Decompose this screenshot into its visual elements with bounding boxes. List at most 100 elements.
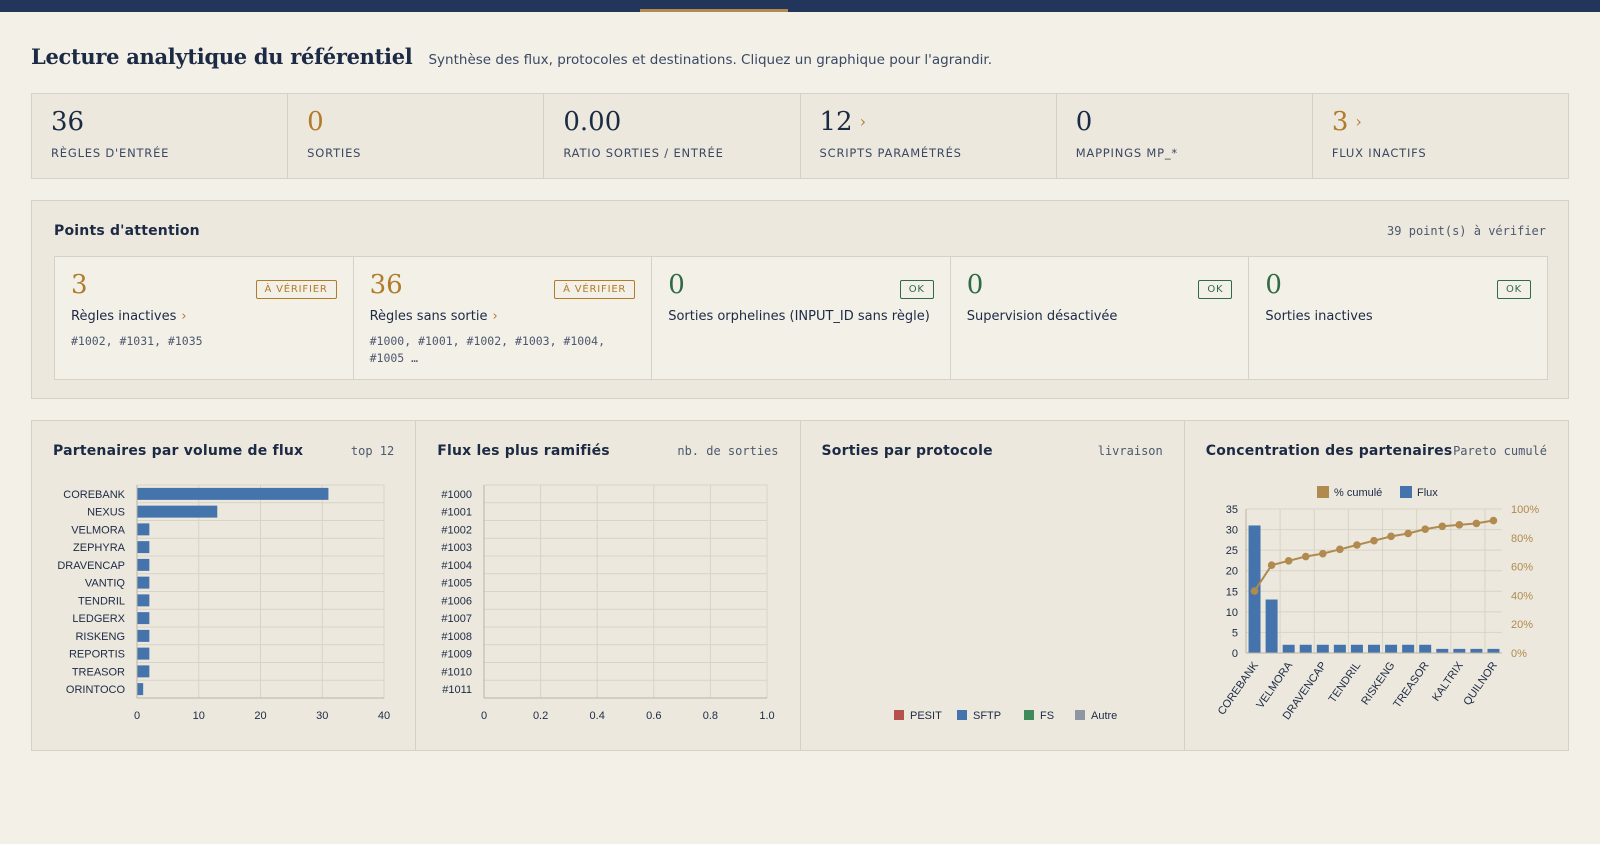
y-tick-label: #1008	[442, 631, 473, 643]
x-tick-label: TENDRIL	[1326, 660, 1363, 705]
y-tick-label: #1004	[442, 560, 473, 572]
legend-swatch	[893, 710, 904, 720]
y-tick-label: COREBANK	[63, 489, 125, 501]
card-label-text: Règles inactives	[71, 308, 177, 324]
bar	[137, 523, 150, 536]
cumulative-point	[1250, 587, 1259, 595]
legend-label: SFTP	[973, 710, 1001, 722]
bar	[1367, 644, 1380, 653]
attention-cards: 3À VÉRIFIER Règles inactives › #1002, #1031…	[54, 256, 1548, 380]
kpi-strip: 36 Règles d'entrée 0 Sorties 0.00 Ratio sorti…	[31, 93, 1569, 179]
chart-partners-volume[interactable]: Partenaires par volume de flux top 12 01…	[32, 421, 417, 750]
charts-row: Partenaires par volume de flux top 12 01…	[31, 420, 1569, 751]
kpi-value: 12 ›	[820, 108, 1056, 137]
status-badge: OK	[1496, 280, 1531, 299]
y-tick-label: LEDGERX	[72, 613, 125, 625]
kpi-3[interactable]: 12 › Scripts paramétrés	[801, 94, 1057, 178]
attention-card-4: 0 OK Sorties inactives	[1249, 257, 1547, 379]
y-left-tick-label: 0	[1232, 648, 1238, 660]
kpi-value: 3 ›	[1332, 108, 1568, 137]
bar	[1316, 644, 1329, 653]
y-right-tick-label: 40%	[1511, 590, 1533, 602]
attention-card-3: 0 OK Supervision désactivée	[951, 257, 1250, 379]
y-tick-label: NEXUS	[87, 507, 125, 519]
kpi-number: 0	[307, 107, 324, 137]
chart-pareto[interactable]: Concentration des partenaires Pareto cum…	[1185, 421, 1568, 750]
legend-swatch	[1316, 486, 1329, 498]
chevron-right-icon: ›	[181, 308, 187, 324]
cumulative-point	[1421, 525, 1429, 533]
legend-label: Flux	[1417, 487, 1438, 499]
card-label-text: Supervision désactivée	[966, 308, 1118, 324]
bar	[1453, 648, 1466, 653]
card-label: Sorties orphelines (INPUT_ID sans règle)	[668, 309, 934, 324]
kpi-4: 0 Mappings MP_*	[1057, 94, 1313, 178]
attention-card-0[interactable]: 3À VÉRIFIER Règles inactives › #1002, #1031…	[55, 257, 354, 379]
bar	[1350, 644, 1363, 653]
bar	[137, 541, 150, 554]
y-tick-label: #1009	[442, 649, 473, 661]
bar	[1299, 644, 1312, 653]
card-label: Supervision désactivée	[967, 309, 1233, 324]
x-tick-label: 40	[378, 710, 390, 722]
bar	[137, 665, 150, 678]
y-tick-label: #1007	[442, 613, 473, 625]
kpi-0: 36 Règles d'entrée	[32, 94, 289, 178]
attention-card-1[interactable]: 36 À VÉRIFIER Règles sans sortie › #1000, #1…	[354, 257, 653, 379]
y-tick-label: #1011	[442, 684, 472, 696]
legend-swatch	[1074, 710, 1085, 720]
x-tick-label: QUILNOR	[1461, 660, 1500, 708]
cumulative-point	[1404, 529, 1412, 538]
card-label: Règles sans sortie ›	[370, 309, 636, 324]
legend-label: % cumulé	[1334, 487, 1382, 499]
y-tick-label: ORINTOCO	[66, 684, 126, 696]
bar	[1418, 644, 1431, 653]
cumulative-point	[1472, 519, 1480, 528]
bar	[137, 629, 150, 642]
chart-branched-flows[interactable]: Flux les plus ramifiés nb. de sorties 00…	[416, 421, 801, 750]
bar	[137, 576, 150, 589]
x-tick-label: COREBANK	[1215, 659, 1261, 717]
status-badge: À VÉRIFIER	[255, 280, 337, 299]
kpi-1: 0 Sorties	[288, 94, 545, 178]
card-label-text: Règles sans sortie	[369, 308, 488, 324]
card-label: Sorties inactives	[1265, 309, 1531, 324]
y-tick-label: TENDRIL	[78, 595, 125, 607]
kpi-number: 0.00	[563, 107, 622, 137]
chart-protocols[interactable]: Sorties par protocole livraison PESIT SFT…	[801, 421, 1185, 750]
chevron-right-icon: ›	[492, 308, 498, 324]
kpi-label: Sorties	[307, 145, 362, 160]
y-tick-label: #1002	[442, 524, 473, 536]
cumulative-point	[1301, 552, 1310, 561]
cumulative-point	[1318, 549, 1327, 558]
x-tick-label: TREASOR	[1391, 660, 1431, 710]
kpi-label: Ratio sorties / entrée	[563, 145, 724, 160]
cumulative-point	[1438, 522, 1446, 531]
x-tick-label: 10	[193, 710, 205, 722]
kpi-number: 3	[1331, 107, 1349, 137]
x-tick-label: 0.4	[590, 710, 605, 722]
card-label: Règles inactives ›	[71, 309, 337, 324]
chevron-right-icon: ›	[1355, 112, 1362, 131]
kpi-number: 0	[1075, 107, 1093, 137]
status-badge: À VÉRIFIER	[554, 280, 636, 299]
bar	[137, 647, 150, 660]
y-left-tick-label: 20	[1226, 566, 1238, 578]
kpi-number: 12	[819, 107, 853, 137]
active-tab-indicator	[640, 9, 788, 12]
legend-swatch	[956, 710, 967, 720]
cumulative-point	[1335, 545, 1344, 554]
y-tick-label: TREASOR	[72, 666, 125, 678]
attention-count: 39 point(s) à vérifier	[1387, 224, 1546, 238]
cumulative-point	[1489, 516, 1498, 525]
bar	[1333, 644, 1346, 653]
bar	[1265, 599, 1278, 653]
y-right-tick-label: 100%	[1511, 504, 1539, 516]
partners-bar-chart: 0 10 20 30 40 COREBANK NEXUS VELMORA ZEPHYRA DRAV…	[57, 484, 390, 722]
cumulative-line	[1253, 519, 1494, 592]
page-subtitle: Synthèse des flux, protocoles et destina…	[428, 52, 993, 68]
y-right-tick-label: 20%	[1511, 619, 1533, 631]
kpi-5[interactable]: 3 › Flux inactifs	[1313, 94, 1568, 178]
page-header: Lecture analytique du référentiel Synthè…	[31, 44, 992, 69]
kpi-number: 36	[51, 107, 85, 137]
